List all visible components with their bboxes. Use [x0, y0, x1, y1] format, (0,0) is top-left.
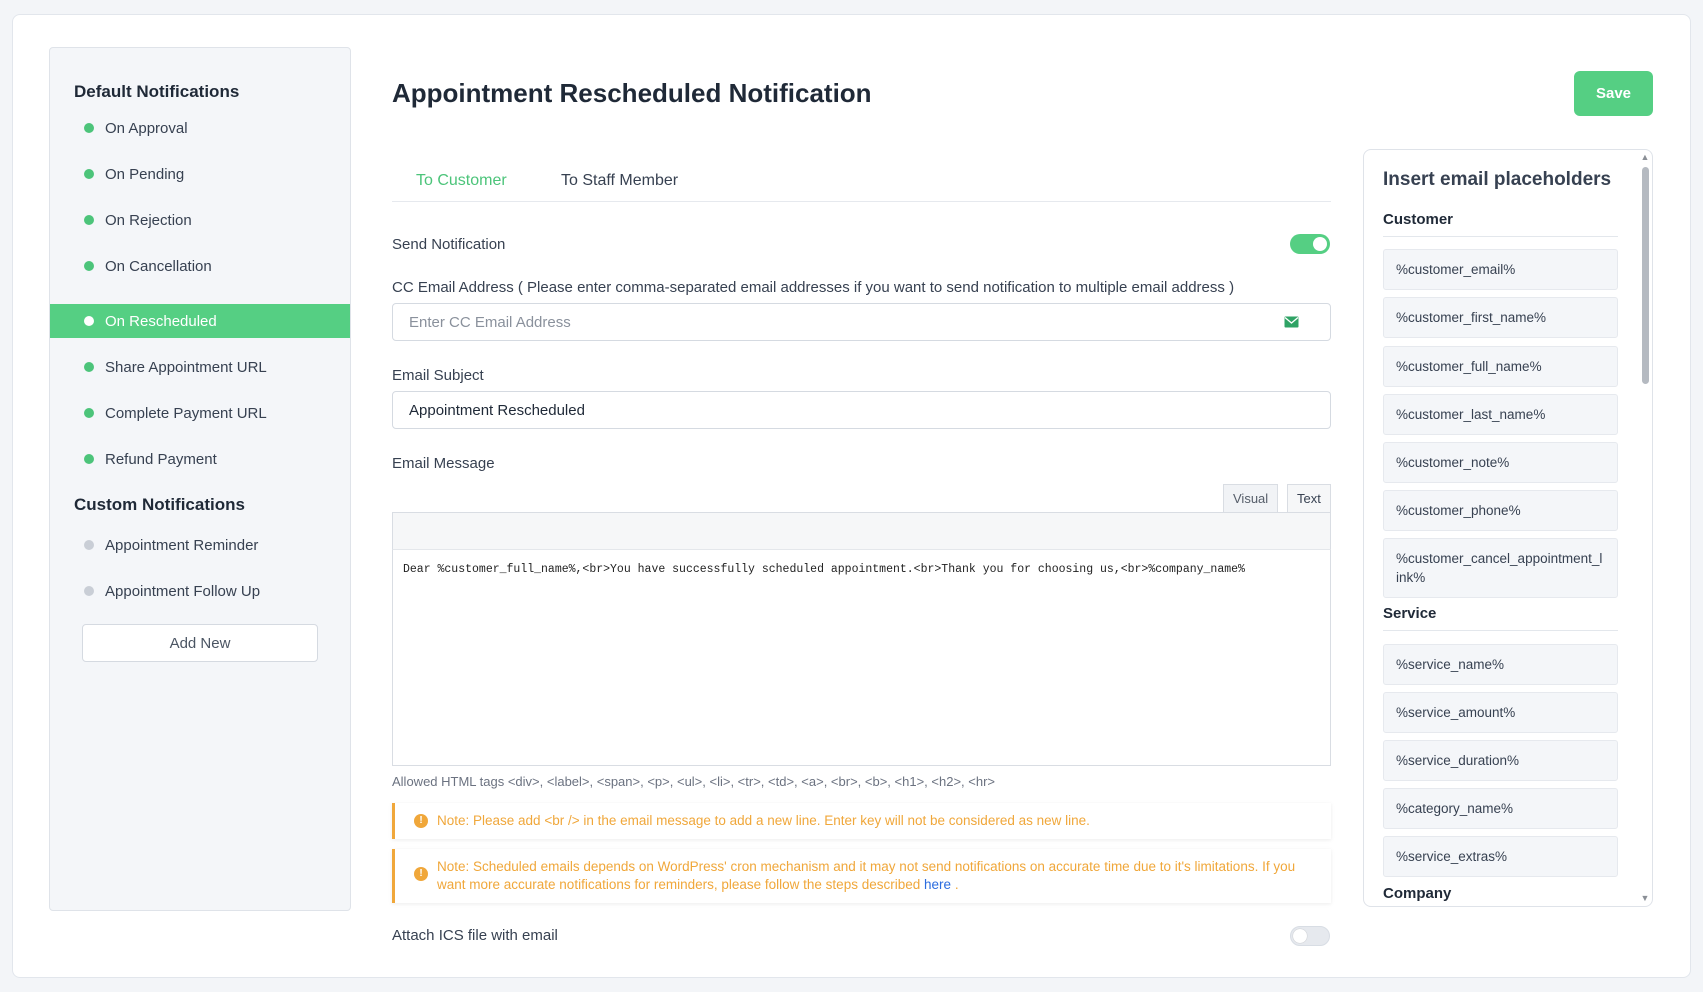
sidebar-item-label: Appointment Reminder [105, 536, 259, 554]
placeholder-item[interactable]: %customer_cancel_appointment_link% [1383, 538, 1618, 598]
placeholder-item[interactable]: %service_extras% [1383, 836, 1618, 877]
sidebar-item-share-appointment-url[interactable]: Share Appointment URL [50, 350, 350, 384]
email-message-label: Email Message [392, 455, 495, 472]
editor-tab-visual[interactable]: Visual [1223, 484, 1279, 512]
note-text: Note: Scheduled emails depends on WordPr… [437, 859, 1296, 892]
status-dot [84, 316, 94, 326]
placeholder-item[interactable]: %category_name% [1383, 788, 1618, 829]
custom-notifications-heading: Custom Notifications [74, 495, 245, 514]
sidebar-item-on-cancellation[interactable]: On Cancellation [50, 249, 350, 283]
editor-tab-text[interactable]: Text [1287, 484, 1331, 512]
recipient-tabs: To Customer To Staff Member [392, 164, 1331, 202]
sidebar-item-appointment-reminder[interactable]: Appointment Reminder [50, 528, 350, 562]
save-button[interactable]: Save [1574, 71, 1653, 116]
placeholder-item[interactable]: %service_name% [1383, 644, 1618, 685]
sidebar-item-complete-payment-url[interactable]: Complete Payment URL [50, 396, 350, 430]
exclamation-icon: ! [414, 867, 428, 881]
placeholder-item[interactable]: %customer_email% [1383, 249, 1618, 290]
toggle-knob [1293, 929, 1307, 943]
tab-to-customer[interactable]: To Customer [416, 172, 507, 190]
scroll-up-arrow-icon[interactable]: ▲ [1640, 152, 1650, 162]
status-dot [84, 586, 94, 596]
allowed-tags-hint: Allowed HTML tags <div>, <label>, <span>… [392, 774, 995, 789]
sidebar-item-label: Share Appointment URL [105, 358, 267, 376]
sidebar-item-refund-payment[interactable]: Refund Payment [50, 442, 350, 476]
status-dot [84, 362, 94, 372]
attach-ics-label: Attach ICS file with email [392, 927, 558, 944]
sidebar-item-on-rescheduled[interactable]: On Rescheduled [50, 304, 350, 338]
sidebar-item-label: Refund Payment [105, 450, 217, 468]
placeholder-item[interactable]: %customer_phone% [1383, 490, 1618, 531]
sidebar-item-label: On Pending [105, 165, 185, 183]
sidebar-item-label: Appointment Follow Up [105, 582, 261, 600]
placeholder-item[interactable]: %customer_full_name% [1383, 346, 1618, 387]
status-dot [84, 454, 94, 464]
placeholders-panel: Insert email placeholders Customer %cust… [1363, 149, 1653, 907]
placeholder-item[interactable]: %customer_first_name% [1383, 297, 1618, 338]
status-dot [84, 261, 94, 271]
send-notification-toggle[interactable] [1290, 234, 1330, 254]
cc-email-input[interactable] [392, 303, 1331, 341]
sidebar-item-label: On Cancellation [105, 257, 212, 275]
email-subject-input[interactable] [392, 391, 1331, 429]
status-dot [84, 408, 94, 418]
tab-to-staff-member[interactable]: To Staff Member [561, 172, 678, 190]
sidebar-item-label: On Rescheduled [105, 312, 217, 330]
note-text: Note: Please add <br /> in the email mes… [437, 813, 1090, 828]
editor-toolbar [392, 512, 1331, 550]
add-new-button[interactable]: Add New [82, 624, 318, 662]
status-dot [84, 169, 94, 179]
cron-note: ! Note: Scheduled emails depends on Word… [392, 849, 1331, 903]
placeholder-item[interactable]: %customer_last_name% [1383, 394, 1618, 435]
placeholder-item[interactable]: %service_duration% [1383, 740, 1618, 781]
status-dot [84, 215, 94, 225]
placeholder-item[interactable]: %service_amount% [1383, 692, 1618, 733]
sidebar-item-on-approval[interactable]: On Approval [50, 111, 350, 145]
sidebar-item-appointment-follow-up[interactable]: Appointment Follow Up [50, 574, 350, 608]
here-link[interactable]: here [924, 877, 951, 892]
scrollbar-thumb[interactable] [1642, 167, 1649, 384]
placeholder-item[interactable]: %customer_note% [1383, 442, 1618, 483]
scroll-down-arrow-icon[interactable]: ▼ [1640, 893, 1650, 903]
exclamation-icon: ! [414, 814, 428, 828]
attach-ics-toggle[interactable] [1290, 926, 1330, 946]
email-subject-label: Email Subject [392, 367, 484, 384]
placeholder-section-company: Company [1383, 885, 1452, 902]
toggle-knob [1313, 237, 1327, 251]
new-line-note: ! Note: Please add <br /> in the email m… [392, 803, 1331, 839]
sidebar-item-on-pending[interactable]: On Pending [50, 157, 350, 191]
sidebar-item-label: Complete Payment URL [105, 404, 267, 422]
placeholders-title: Insert email placeholders [1383, 169, 1612, 190]
default-notifications-heading: Default Notifications [74, 82, 240, 101]
placeholder-section-service: Service [1383, 605, 1618, 631]
mail-icon [1284, 316, 1299, 328]
status-dot [84, 123, 94, 133]
notifications-sidebar: Default Notifications On Approval On Pen… [49, 47, 351, 911]
sidebar-item-label: On Rejection [105, 211, 192, 229]
status-dot [84, 540, 94, 550]
email-message-textarea[interactable] [392, 549, 1331, 766]
placeholder-section-customer: Customer [1383, 211, 1618, 237]
send-notification-label: Send Notification [392, 236, 506, 253]
sidebar-item-on-rejection[interactable]: On Rejection [50, 203, 350, 237]
page-title: Appointment Rescheduled Notification [392, 78, 872, 108]
cc-email-label: CC Email Address ( Please enter comma-se… [392, 279, 1235, 296]
sidebar-item-label: On Approval [105, 119, 188, 137]
